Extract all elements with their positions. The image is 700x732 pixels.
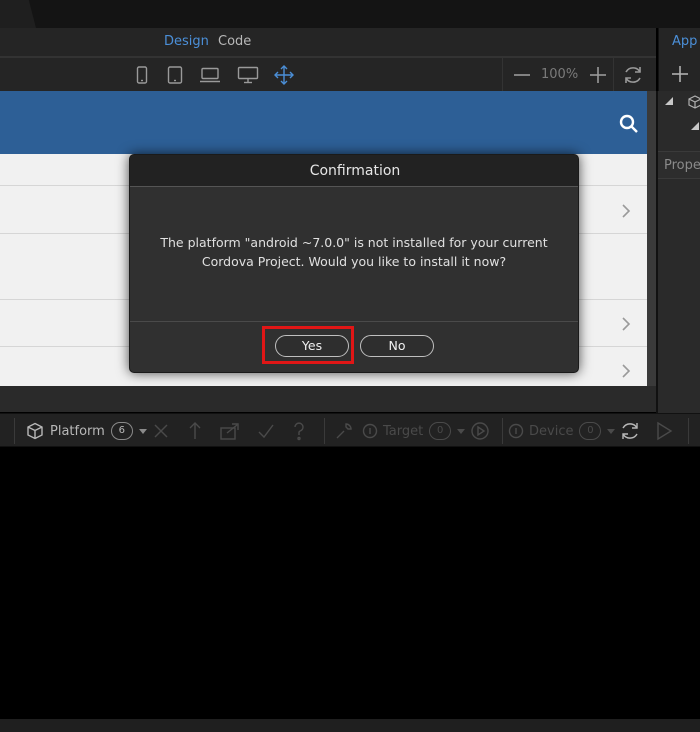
target-count-badge: 0 [429, 422, 452, 440]
confirmation-dialog: Confirmation The platform "android ~7.0.… [129, 154, 579, 373]
phone-icon[interactable] [131, 65, 153, 85]
device-toolbar: 100% [0, 57, 656, 92]
chevron-right-icon [622, 317, 631, 331]
play-icon [657, 421, 673, 441]
yes-button-highlight [262, 326, 354, 364]
properties-header[interactable]: Prope [658, 151, 700, 179]
device-button[interactable]: Device 0 [508, 420, 616, 442]
laptop-icon[interactable] [199, 65, 221, 85]
check-button[interactable] [257, 420, 275, 442]
desktop-icon[interactable] [237, 65, 259, 85]
preview-scrollbar[interactable] [647, 91, 656, 386]
check-icon [258, 424, 274, 439]
chevron-down-icon[interactable] [457, 428, 466, 434]
tablet-icon[interactable] [164, 65, 186, 85]
cube-icon [27, 422, 43, 440]
help-button[interactable] [291, 420, 307, 442]
right-panel-title[interactable]: App S [672, 34, 700, 49]
info-icon [508, 423, 524, 439]
device-count-badge: 0 [579, 422, 602, 440]
platform-count-badge: 6 [110, 422, 133, 440]
dialog-message: The platform "android ~7.0.0" is not ins… [160, 235, 548, 269]
console-output[interactable] [0, 447, 700, 719]
platform-label: Platform [50, 423, 105, 439]
info-icon [362, 423, 378, 439]
settings-button[interactable] [334, 420, 354, 442]
chevron-right-icon [622, 204, 631, 218]
target-button[interactable]: Target 0 [362, 420, 466, 442]
question-icon [294, 422, 304, 441]
run-target-button[interactable] [470, 420, 490, 442]
remove-platform-button[interactable] [153, 420, 169, 442]
tab-design[interactable]: Design [164, 34, 209, 49]
app-header-bar [0, 91, 647, 154]
toolbar-divider [502, 418, 503, 444]
wrench-icon [336, 423, 352, 439]
right-panel-toolbar [658, 57, 700, 91]
add-icon[interactable] [671, 65, 689, 83]
right-panel: Prope [656, 91, 700, 413]
upload-button[interactable] [187, 420, 203, 442]
refresh-icon[interactable] [622, 64, 644, 86]
target-label: Target [383, 423, 424, 439]
tree-expand-icon[interactable] [690, 121, 700, 131]
run-button[interactable] [655, 420, 673, 442]
document-tab[interactable] [0, 0, 36, 28]
cube-icon [688, 95, 700, 109]
toolbar-divider [324, 418, 325, 444]
zoom-in-icon[interactable] [589, 66, 607, 84]
preview-footer [0, 386, 656, 412]
share-icon [220, 423, 239, 440]
tab-code[interactable]: Code [218, 34, 251, 49]
zoom-out-icon[interactable] [513, 67, 531, 83]
platform-button[interactable]: Platform 6 [26, 420, 147, 442]
chevron-down-icon[interactable] [607, 428, 616, 434]
zoom-controls: 100% [502, 58, 614, 92]
move-icon[interactable] [273, 65, 295, 85]
zoom-level: 100% [541, 67, 579, 82]
chevron-right-icon [622, 364, 631, 378]
upload-icon [189, 422, 201, 439]
play-circle-icon [471, 422, 489, 440]
bottom-toolbar: Platform 6 Target 0 Device 0 [0, 413, 700, 447]
view-mode-bar: Design Code [0, 28, 656, 57]
toolbar-divider [14, 418, 15, 444]
search-icon[interactable] [618, 113, 640, 135]
close-icon [154, 424, 168, 438]
properties-label: Prope [664, 158, 700, 173]
tree-expand-icon[interactable] [664, 96, 674, 106]
status-bar [0, 719, 700, 732]
dialog-title: Confirmation [130, 155, 578, 187]
no-button[interactable]: No [360, 335, 434, 357]
sync-button[interactable] [619, 420, 641, 442]
share-button[interactable] [219, 420, 241, 442]
chevron-down-icon[interactable] [138, 428, 147, 434]
window-tab-strip [0, 0, 700, 28]
device-label: Device [529, 423, 574, 439]
refresh-icon [622, 423, 638, 439]
right-panel-header: App S [658, 28, 700, 57]
toolbar-divider [688, 418, 689, 444]
dialog-divider [130, 321, 578, 322]
